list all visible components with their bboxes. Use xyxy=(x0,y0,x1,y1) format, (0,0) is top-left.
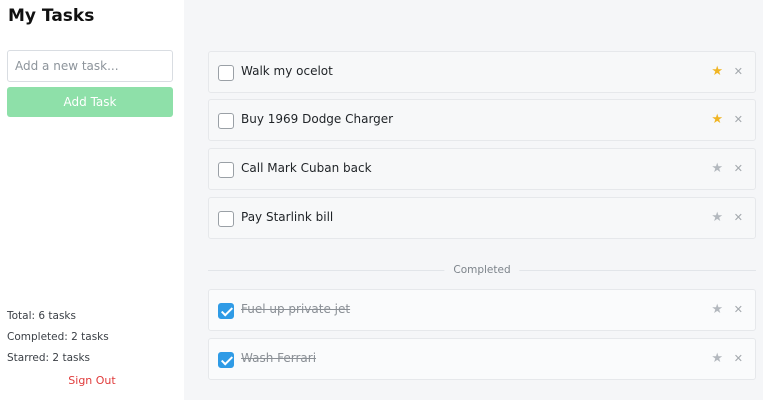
completed-task-item: Fuel up private jet ★ ✕ xyxy=(208,289,756,331)
starred-tasks-stat: Starred: 2 tasks xyxy=(7,352,91,364)
task-checkbox[interactable] xyxy=(218,303,234,319)
new-task-input[interactable] xyxy=(7,50,173,82)
task-checkbox[interactable] xyxy=(218,113,234,129)
star-icon[interactable]: ★ xyxy=(711,111,723,129)
task-text: Buy 1969 Dodge Charger xyxy=(241,112,394,126)
task-checkbox[interactable] xyxy=(218,352,234,368)
task-checkbox[interactable] xyxy=(218,211,234,227)
task-item: Buy 1969 Dodge Charger ★ ✕ xyxy=(208,99,756,141)
close-icon[interactable]: ✕ xyxy=(734,111,743,129)
task-checkbox[interactable] xyxy=(218,162,234,178)
add-task-button[interactable]: Add Task xyxy=(7,87,173,117)
task-text: Call Mark Cuban back xyxy=(241,161,372,175)
task-checkbox[interactable] xyxy=(218,65,234,81)
task-text: Fuel up private jet xyxy=(241,302,351,316)
task-list-panel: Walk my ocelot ★ ✕ Buy 1969 Dodge Charge… xyxy=(184,0,763,400)
star-icon[interactable]: ★ xyxy=(711,350,723,368)
app-title: My Tasks xyxy=(8,6,95,26)
task-stats: Total: 6 tasks Completed: 2 tasks Starre… xyxy=(7,306,109,369)
completed-tasks-stat: Completed: 2 tasks xyxy=(7,331,109,343)
task-item: Pay Starlink bill ★ ✕ xyxy=(208,197,756,239)
task-text: Pay Starlink bill xyxy=(241,210,334,224)
close-icon[interactable]: ✕ xyxy=(734,209,743,227)
star-icon[interactable]: ★ xyxy=(711,209,723,227)
close-icon[interactable]: ✕ xyxy=(734,63,743,81)
task-item: Call Mark Cuban back ★ ✕ xyxy=(208,148,756,190)
star-icon[interactable]: ★ xyxy=(711,63,723,81)
star-icon[interactable]: ★ xyxy=(711,160,723,178)
star-icon[interactable]: ★ xyxy=(711,301,723,319)
task-text: Walk my ocelot xyxy=(241,64,333,78)
task-item: Walk my ocelot ★ ✕ xyxy=(208,51,756,93)
close-icon[interactable]: ✕ xyxy=(734,350,743,368)
completed-section-label: Completed xyxy=(444,263,520,277)
completed-divider: Completed xyxy=(208,263,756,277)
total-tasks-stat: Total: 6 tasks xyxy=(7,310,76,322)
close-icon[interactable]: ✕ xyxy=(734,160,743,178)
completed-task-item: Wash Ferrari ★ ✕ xyxy=(208,338,756,380)
sign-out-link[interactable]: Sign Out xyxy=(0,374,184,387)
sidebar: My Tasks Add Task Total: 6 tasks Complet… xyxy=(0,0,184,400)
task-text: Wash Ferrari xyxy=(241,351,317,365)
close-icon[interactable]: ✕ xyxy=(734,301,743,319)
